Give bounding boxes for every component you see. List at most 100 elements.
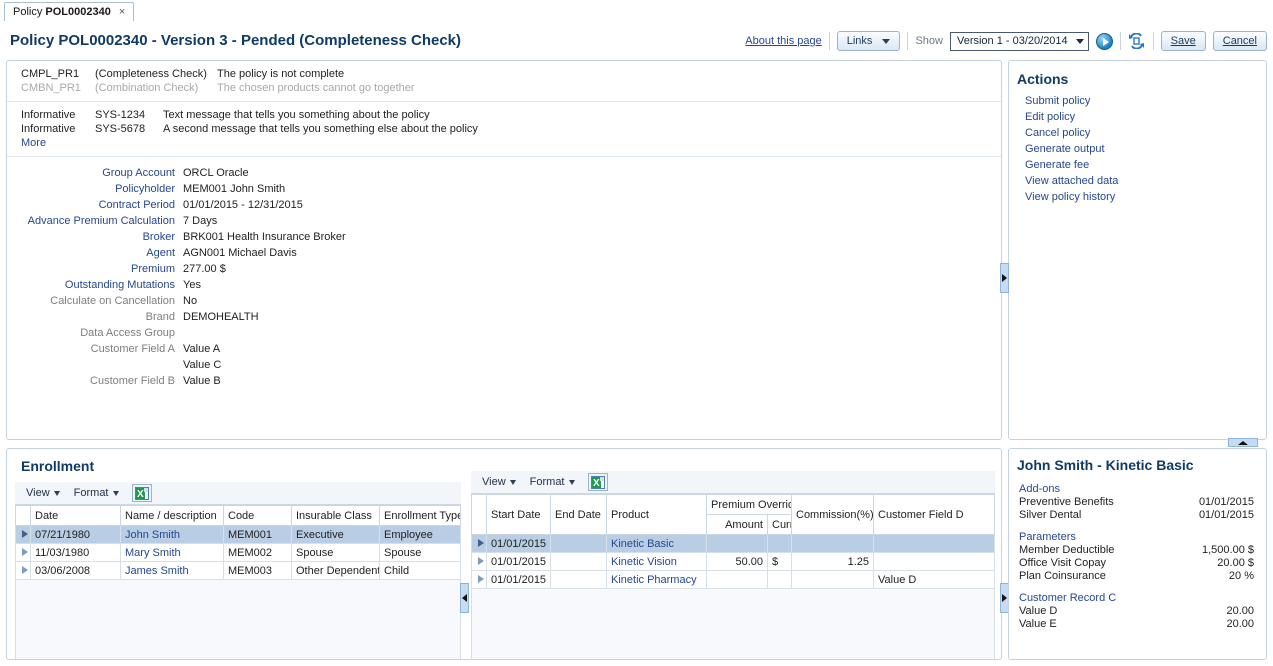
row-expand-icon[interactable]	[15, 525, 31, 544]
row-expand-icon[interactable]	[15, 561, 31, 580]
cell-name[interactable]: James Smith	[120, 561, 224, 580]
splitter-enrollment-products[interactable]	[460, 583, 469, 613]
cell-name[interactable]: Mary Smith	[120, 543, 224, 562]
cell-start-date: 01/01/2015	[486, 570, 551, 589]
table-header-row-top: Start Date End Date Product Premium Over…	[471, 494, 995, 535]
detail-label[interactable]: Group Account	[7, 167, 183, 179]
action-view-policy-history[interactable]: View policy history	[1009, 189, 1266, 205]
info-row: Silver Dental 01/01/2015	[1009, 509, 1266, 522]
detail-label[interactable]: Contract Period	[7, 199, 183, 211]
detail-row: Policyholder MEM001 John Smith	[7, 183, 1001, 195]
column-insurable-class[interactable]: Insurable Class	[291, 505, 380, 526]
cell-product[interactable]: Kinetic Vision	[606, 552, 707, 571]
action-view-attached-data[interactable]: View attached data	[1009, 173, 1266, 189]
format-menu-label: Format	[73, 487, 109, 499]
save-button[interactable]: Save	[1160, 31, 1206, 51]
column-product[interactable]: Product	[606, 494, 707, 535]
toolbar-divider	[907, 32, 909, 50]
detail-value: Value B	[183, 375, 221, 387]
column-name[interactable]: Name / description	[120, 505, 224, 526]
section-heading-parameters: Parameters	[1019, 531, 1076, 543]
table-row[interactable]: 11/03/1980 Mary Smith MEM002 Spouse Spou…	[15, 543, 461, 562]
detail-value: DEMOHEALTH	[183, 311, 259, 323]
more-messages-link[interactable]: More	[7, 136, 1001, 150]
cell-curr	[767, 570, 792, 589]
column-start-date[interactable]: Start Date	[486, 494, 551, 535]
view-menu[interactable]: View	[19, 484, 67, 502]
refresh-icon[interactable]	[1128, 33, 1146, 50]
format-menu[interactable]: Format	[523, 473, 582, 491]
message-code: SYS-1234	[95, 109, 146, 121]
view-menu[interactable]: View	[475, 473, 523, 491]
row-expand-icon[interactable]	[471, 534, 487, 553]
row-expand-icon[interactable]	[15, 543, 31, 562]
row-expand-icon[interactable]	[471, 552, 487, 571]
close-icon[interactable]: ×	[119, 6, 125, 18]
tab-policy[interactable]: Policy POL0002340 ×	[4, 2, 135, 21]
message-kind: (Completeness Check)	[95, 68, 207, 80]
version-select-value: Version 1 - 03/20/2014	[956, 35, 1068, 47]
enrollment-grid-toolbar: View Format X	[15, 482, 461, 505]
message-text: The policy is not complete	[217, 68, 345, 80]
column-commission[interactable]: Commission(%)	[791, 494, 874, 535]
cancel-button[interactable]: Cancel	[1212, 31, 1267, 51]
cell-product[interactable]: Kinetic Pharmacy	[606, 570, 707, 589]
row-expand-icon[interactable]	[471, 570, 487, 589]
links-button[interactable]: Links	[836, 31, 901, 51]
info-key: Value D	[1019, 605, 1058, 617]
detail-value: 01/01/2015 - 12/31/2015	[183, 199, 303, 211]
table-row[interactable]: 01/01/2015 Kinetic Basic	[471, 534, 995, 553]
info-key: Silver Dental	[1019, 509, 1082, 521]
view-menu-label: View	[26, 487, 50, 499]
splitter-vertical-collapse[interactable]	[1228, 438, 1258, 447]
detail-value: 277.00 $	[183, 263, 226, 275]
column-enrollment-type[interactable]: Enrollment Type	[379, 505, 461, 526]
detail-label[interactable]: Agent	[7, 247, 183, 259]
table-row[interactable]: 01/01/2015 Kinetic Pharmacy Value D	[471, 570, 995, 589]
detail-row: Group Account ORCL Oracle	[7, 167, 1001, 179]
table-row[interactable]: 01/01/2015 Kinetic Vision 50.00 $ 1.25	[471, 552, 995, 571]
detail-label[interactable]: Outstanding Mutations	[7, 279, 183, 291]
info-key: Value E	[1019, 618, 1057, 630]
table-row[interactable]: 07/21/1980 John Smith MEM001 Executive E…	[15, 525, 461, 544]
actions-panel: Actions Submit policy Edit policy Cancel…	[1008, 60, 1267, 440]
detail-row: Customer Field A Value A	[7, 343, 1001, 355]
action-submit-policy[interactable]: Submit policy	[1009, 93, 1266, 109]
detail-label[interactable]: Advance Premium Calculation	[7, 215, 183, 227]
detail-label[interactable]: Broker	[7, 231, 183, 243]
format-menu[interactable]: Format	[67, 484, 126, 502]
column-customer-field-d[interactable]: Customer Field D	[873, 494, 995, 535]
detail-row: Brand DEMOHEALTH	[7, 311, 1001, 323]
column-amount[interactable]: Amount	[706, 514, 768, 535]
action-generate-output[interactable]: Generate output	[1009, 141, 1266, 157]
arrow-up-icon	[1238, 440, 1248, 445]
cell-name[interactable]: John Smith	[120, 525, 224, 544]
about-this-page-link[interactable]: About this page	[745, 35, 821, 47]
column-curr[interactable]: Curr.	[767, 514, 792, 535]
action-generate-fee[interactable]: Generate fee	[1009, 157, 1266, 173]
splitter-summary-actions[interactable]	[1000, 263, 1009, 293]
action-edit-policy[interactable]: Edit policy	[1009, 109, 1266, 125]
column-code[interactable]: Code	[223, 505, 292, 526]
cell-amount: 50.00	[706, 552, 768, 571]
detail-row: Customer Field B Value B	[7, 375, 1001, 387]
cell-code: MEM001	[223, 525, 292, 544]
go-icon[interactable]	[1095, 32, 1113, 50]
column-date[interactable]: Date	[30, 505, 121, 526]
table-row[interactable]: 03/06/2008 James Smith MEM003 Other Depe…	[15, 561, 461, 580]
page-toolbar: About this page Links Show Version 1 - 0…	[745, 28, 1267, 54]
column-end-date[interactable]: End Date	[550, 494, 607, 535]
info-row: Office Visit Copay 20.00 $	[1009, 557, 1266, 570]
detail-row: Premium 277.00 $	[7, 263, 1001, 275]
tab-bar: Policy POL0002340 ×	[0, 0, 1273, 23]
action-cancel-policy[interactable]: Cancel policy	[1009, 125, 1266, 141]
version-select[interactable]: Version 1 - 03/20/2014	[949, 31, 1089, 51]
detail-label: Customer Field B	[90, 375, 175, 387]
detail-label[interactable]: Premium	[7, 263, 183, 275]
cell-insurable-class: Executive	[291, 525, 380, 544]
detail-label[interactable]: Policyholder	[7, 183, 183, 195]
chevron-down-icon	[882, 38, 891, 44]
excel-export-icon[interactable]: X	[587, 473, 608, 491]
excel-export-icon[interactable]: X	[131, 484, 152, 502]
cell-product[interactable]: Kinetic Basic	[606, 534, 707, 553]
